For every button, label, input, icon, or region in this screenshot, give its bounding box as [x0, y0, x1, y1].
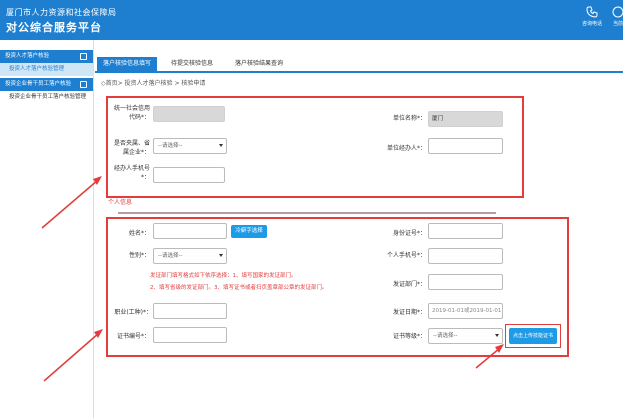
arrow-to-unit-box [41, 176, 102, 229]
arrow-to-upload-button [475, 344, 504, 369]
annotation-arrows [41, 176, 504, 382]
arrow-to-personal-box [43, 329, 103, 382]
